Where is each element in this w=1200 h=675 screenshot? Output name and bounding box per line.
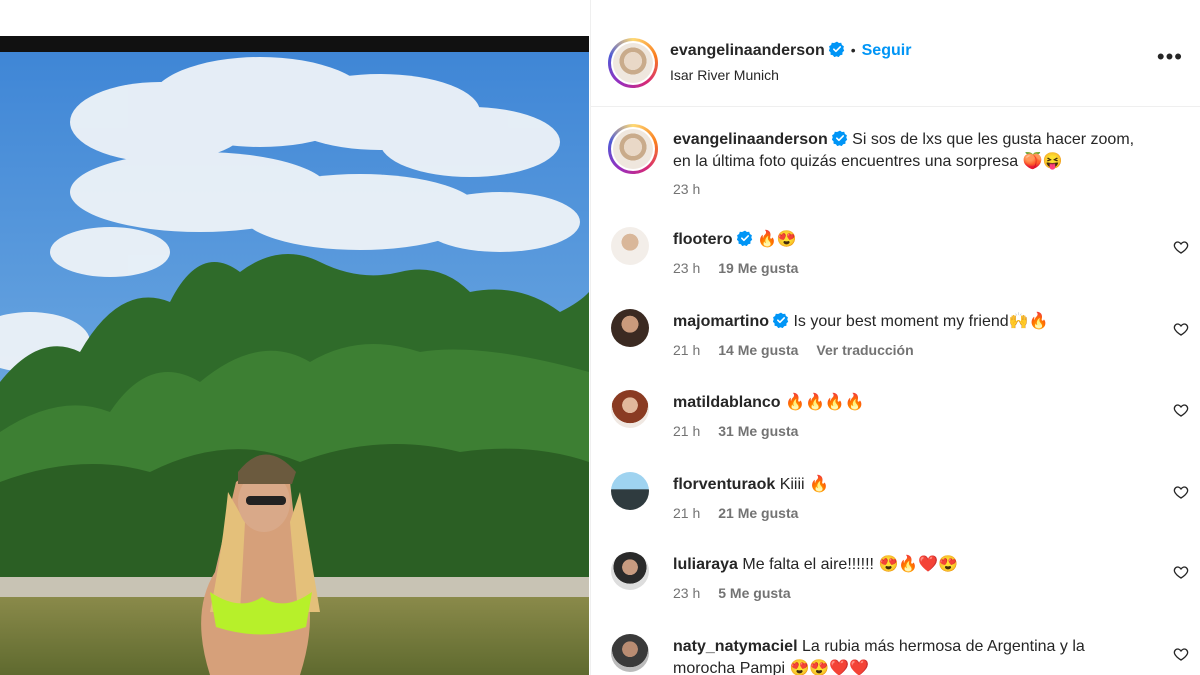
comment-time: 21 h <box>673 423 701 439</box>
caption-username[interactable]: evangelinaanderson <box>673 131 828 148</box>
heart-outline-icon[interactable] <box>1173 646 1189 662</box>
verified-badge-icon <box>828 41 844 57</box>
commenter-username[interactable]: matildablanco <box>673 394 781 411</box>
commenter-username[interactable]: majomartino <box>673 313 769 330</box>
comment-text: 🔥😍 <box>757 231 797 248</box>
header-separator: • <box>850 42 856 58</box>
more-options-icon[interactable]: ••• <box>1157 46 1183 68</box>
post-location[interactable]: Isar River Munich <box>670 67 779 83</box>
caption-text-line2: en la última foto quizás encuentres una … <box>673 153 1063 170</box>
comment-likes[interactable]: 19 Me gusta <box>718 260 798 276</box>
commenter-username[interactable]: florventuraok <box>673 476 775 493</box>
comment-text: Me falta el aire!!!!!! 😍🔥❤️😍 <box>742 556 959 573</box>
comment-time: 21 h <box>673 342 701 358</box>
caption-avatar[interactable] <box>608 124 658 174</box>
post-photo[interactable] <box>0 52 589 675</box>
commenter-username[interactable]: flootero <box>673 231 733 248</box>
comment-likes[interactable]: 5 Me gusta <box>718 585 790 601</box>
comment-text: La rubia más hermosa de Argentina y la <box>801 638 1085 655</box>
comment-text-line2: morocha Pampi 😍😍❤️❤️ <box>673 660 870 675</box>
commenter-username[interactable]: luliaraya <box>673 556 738 573</box>
post-panel: evangelinaanderson • Seguir Isar River Mun… <box>590 0 1200 675</box>
author-username[interactable]: evangelinaanderson <box>670 42 825 59</box>
heart-outline-icon[interactable] <box>1173 321 1189 337</box>
commenter-avatar[interactable] <box>611 634 649 672</box>
heart-outline-icon[interactable] <box>1173 484 1189 500</box>
caption-time: 23 h <box>673 181 701 197</box>
heart-outline-icon[interactable] <box>1173 239 1189 255</box>
commenter-avatar[interactable] <box>611 309 649 347</box>
commenter-avatar[interactable] <box>611 552 649 590</box>
translate-link[interactable]: Ver traducción <box>816 342 913 358</box>
author-avatar[interactable] <box>608 38 658 88</box>
comment-text: Kiiii 🔥 <box>779 476 829 493</box>
caption-text-line1: Si sos de lxs que les gusta hacer zoom, <box>852 131 1135 148</box>
comment-text: 🔥🔥🔥🔥 <box>785 394 865 411</box>
post-media[interactable] <box>0 0 590 675</box>
verified-badge-icon <box>831 130 847 146</box>
comment-likes[interactable]: 21 Me gusta <box>718 505 798 521</box>
commenter-username[interactable]: naty_natymaciel <box>673 638 798 655</box>
comment-time: 23 h <box>673 585 701 601</box>
comment-time: 23 h <box>673 260 701 276</box>
verified-badge-icon <box>736 230 752 246</box>
comment-time: 21 h <box>673 505 701 521</box>
comment-text: Is your best moment my friend🙌🔥 <box>793 313 1049 330</box>
commenter-avatar[interactable] <box>611 227 649 265</box>
commenter-avatar[interactable] <box>611 472 649 510</box>
follow-button[interactable]: Seguir <box>862 42 912 59</box>
commenter-avatar[interactable] <box>611 390 649 428</box>
photo-illustration <box>0 52 589 675</box>
comment-likes[interactable]: 14 Me gusta <box>718 342 798 358</box>
media-top-bar <box>0 36 589 52</box>
heart-outline-icon[interactable] <box>1173 564 1189 580</box>
comment-likes[interactable]: 31 Me gusta <box>718 423 798 439</box>
verified-badge-icon <box>773 312 789 328</box>
post-header: evangelinaanderson • Seguir Isar River Mun… <box>591 0 1200 107</box>
heart-outline-icon[interactable] <box>1173 402 1189 418</box>
